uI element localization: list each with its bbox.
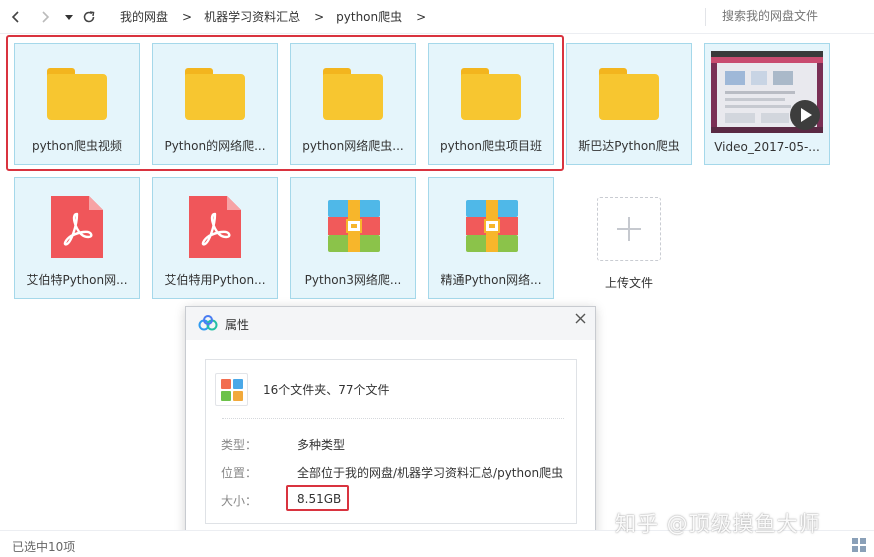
folder-icon: [461, 68, 521, 120]
file-tile-archive[interactable]: 精通Python网络...: [428, 177, 554, 299]
file-name: Python的网络爬...: [164, 139, 266, 153]
breadcrumb-separator: >: [182, 9, 193, 24]
file-name: 艾伯特Python网...: [26, 273, 128, 287]
breadcrumb-item[interactable]: 机器学习资料汇总: [204, 8, 300, 25]
pdf-icon: [51, 196, 103, 258]
video-thumbnail: [711, 51, 823, 133]
close-button[interactable]: [570, 309, 590, 329]
upload-button[interactable]: [597, 197, 661, 261]
refresh-icon: [83, 11, 95, 23]
type-label: 类型：: [221, 438, 258, 452]
history-dropdown[interactable]: [60, 7, 78, 27]
location-label: 位置：: [221, 466, 258, 480]
location-value: 全部位于我的网盘/机器学习资料汇总/python爬虫: [297, 466, 564, 480]
upload-label: 上传文件: [604, 276, 653, 290]
type-value: 多种类型: [297, 438, 346, 452]
file-tile-archive[interactable]: Python3网络爬...: [290, 177, 416, 299]
breadcrumb: 我的网盘 > 机器学习资料汇总 > python爬虫 >: [120, 8, 438, 25]
search-input[interactable]: [722, 9, 862, 23]
file-tile-folder[interactable]: 斯巴达Python爬虫: [566, 43, 692, 165]
file-tile-folder[interactable]: python爬虫视频: [14, 43, 140, 165]
properties-dialog: 属性 16个文件夹、77个文件 类型： 多种类型 位置： 全部位于我的网盘/机器…: [185, 306, 596, 546]
watermark-text: 知乎 @顶级摸鱼大师: [615, 512, 821, 536]
dialog-title: 属性: [225, 318, 250, 332]
breadcrumb-item[interactable]: 我的网盘: [120, 8, 168, 25]
forward-button[interactable]: [36, 7, 54, 27]
file-name: 艾伯特用Python...: [164, 273, 266, 287]
archive-icon: [466, 200, 518, 252]
file-tile-folder[interactable]: python爬虫项目班: [428, 43, 554, 165]
file-name: 斯巴达Python爬虫: [578, 139, 680, 153]
back-button[interactable]: [7, 7, 25, 27]
file-name: python爬虫视频: [32, 139, 122, 153]
size-value: 8.51GB: [297, 492, 342, 506]
top-toolbar: 我的网盘 > 机器学习资料汇总 > python爬虫 >: [0, 0, 874, 34]
file-tile-pdf[interactable]: 艾伯特用Python...: [152, 177, 278, 299]
file-name: Video_2017-05-...: [714, 140, 820, 154]
pdf-icon: [189, 196, 241, 258]
folder-icon: [599, 68, 659, 120]
breadcrumb-item[interactable]: python爬虫: [336, 8, 402, 25]
caret-down-icon: [65, 15, 73, 20]
baidu-cloud-icon: [198, 315, 218, 331]
file-tile-pdf[interactable]: 艾伯特Python网...: [14, 177, 140, 299]
file-name: Python3网络爬...: [304, 273, 402, 287]
plus-icon: [617, 217, 641, 241]
breadcrumb-separator: >: [416, 9, 427, 24]
folder-icon: [185, 68, 245, 120]
grid-view-icon[interactable]: [851, 537, 867, 553]
selection-count: 已选中10项: [12, 540, 76, 554]
archive-icon: [328, 200, 380, 252]
refresh-button[interactable]: [80, 7, 98, 27]
file-name: python网络爬虫...: [302, 139, 404, 153]
search-divider: [705, 8, 706, 26]
file-tile-folder[interactable]: python网络爬虫...: [290, 43, 416, 165]
folder-icon: [47, 68, 107, 120]
file-name: 精通Python网络...: [440, 273, 542, 287]
size-label: 大小：: [221, 494, 258, 508]
breadcrumb-separator: >: [314, 9, 325, 24]
file-name: python爬虫项目班: [440, 139, 542, 153]
chevron-left-icon: [11, 11, 19, 23]
close-icon: [575, 313, 585, 324]
properties-panel: 16个文件夹、77个文件 类型： 多种类型 位置： 全部位于我的网盘/机器学习资…: [205, 359, 577, 524]
play-icon: [790, 100, 820, 130]
chevron-right-icon: [42, 11, 50, 23]
dialog-header: 属性: [186, 307, 595, 340]
multiple-files-icon: [215, 373, 248, 406]
selection-summary: 16个文件夹、77个文件: [263, 383, 390, 397]
file-tile-folder[interactable]: Python的网络爬...: [152, 43, 278, 165]
folder-icon: [323, 68, 383, 120]
file-tile-video[interactable]: Video_2017-05-...: [704, 43, 830, 165]
divider: [222, 418, 564, 419]
